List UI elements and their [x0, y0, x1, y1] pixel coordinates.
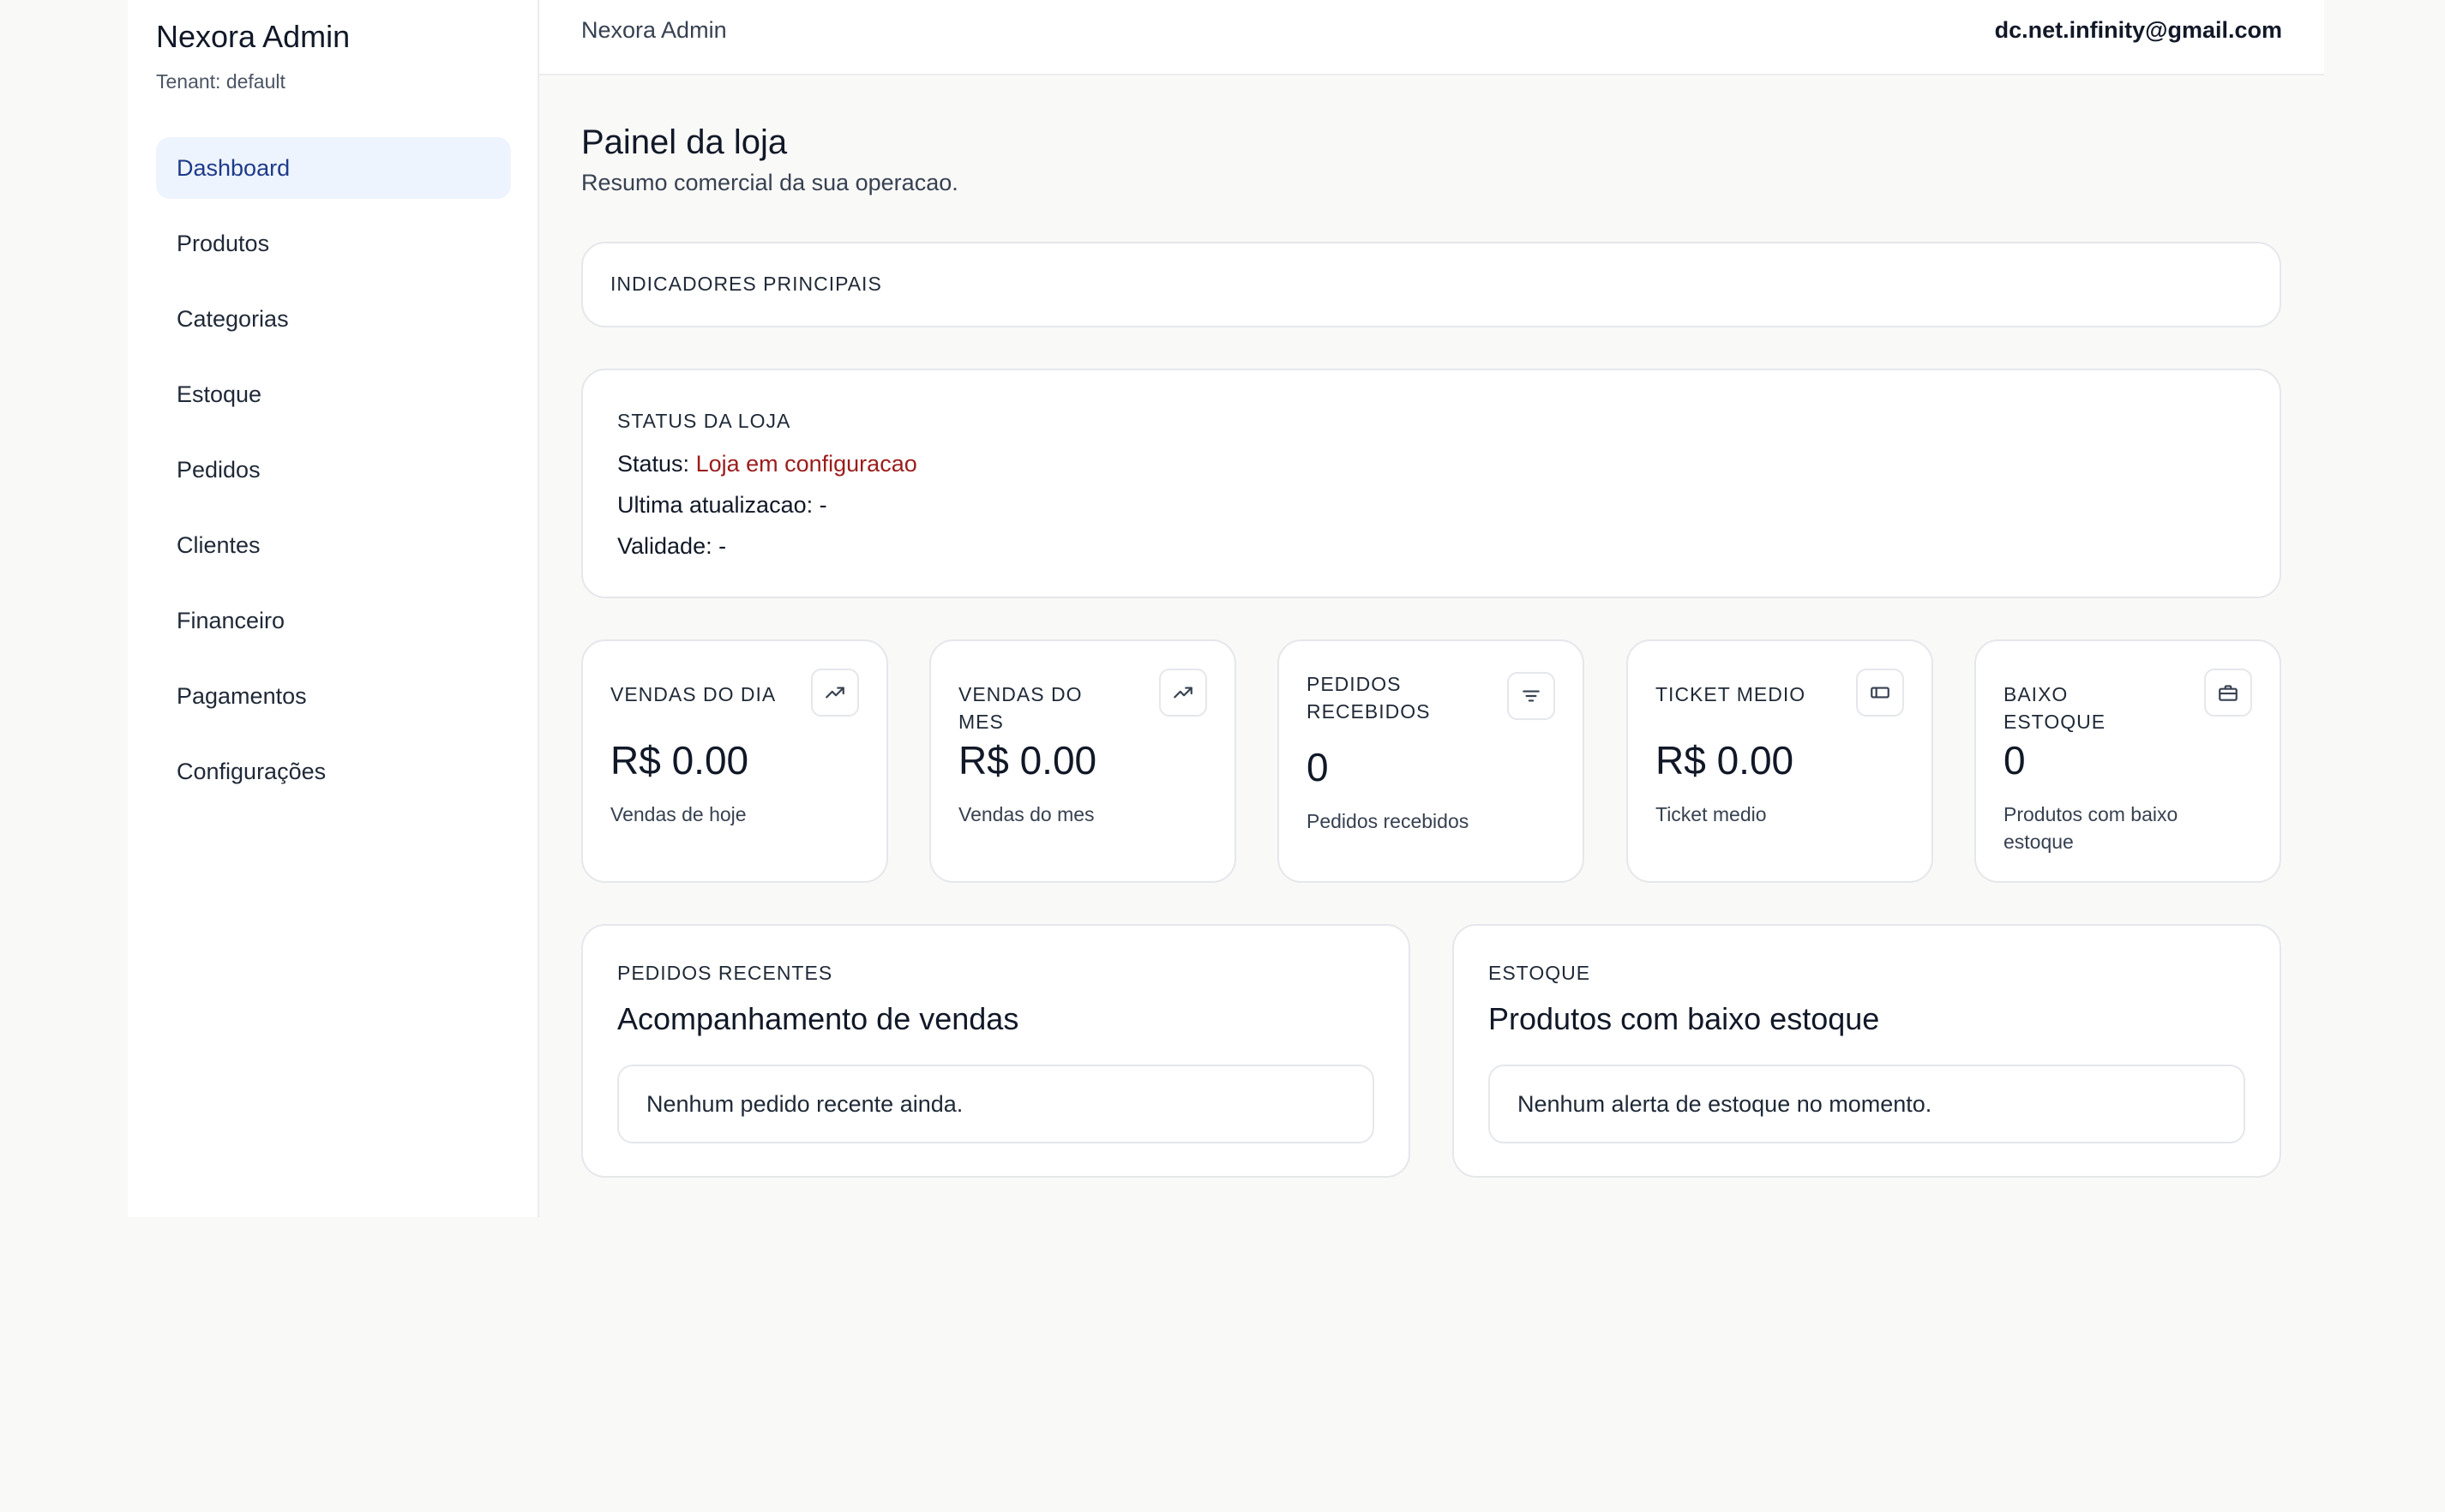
sidebar-item-dashboard[interactable]: Dashboard: [156, 137, 511, 199]
metric-card-ticket-medio: TICKET MEDIO R$ 0.00 Ticket medio: [1626, 639, 1933, 883]
trend-up-icon: [1159, 669, 1207, 717]
metric-desc: Vendas do mes: [958, 803, 1095, 825]
metric-label: PEDIDOS RECEBIDOS: [1307, 673, 1431, 723]
sidebar-item-financeiro[interactable]: Financeiro: [156, 590, 511, 651]
metric-value: R$ 0.00: [1655, 738, 1794, 783]
stock-panel: ESTOQUE Produtos com baixo estoque Nenhu…: [1452, 924, 2281, 1178]
metric-card-baixo-estoque: BAIXO ESTOQUE 0 Produtos com baixo estoq…: [1974, 639, 2281, 883]
app-shell: Nexora Admin Tenant: default Dashboard P…: [128, 0, 2324, 1217]
updated-value: -: [819, 492, 827, 518]
main-content: Nexora Admin dc.net.infinity@gmail.com P…: [539, 0, 2324, 1217]
sidebar-item-pedidos[interactable]: Pedidos: [156, 439, 511, 501]
sidebar-item-clientes[interactable]: Clientes: [156, 514, 511, 576]
ticket-icon: [1856, 669, 1904, 717]
user-email[interactable]: dc.net.infinity@gmail.com: [1995, 17, 2282, 44]
stock-empty: Nenhum alerta de estoque no momento.: [1488, 1065, 2245, 1143]
metric-value: R$ 0.00: [610, 738, 749, 783]
recent-orders-panel: PEDIDOS RECENTES Acompanhamento de venda…: [581, 924, 1410, 1178]
metric-card-vendas-dia: VENDAS DO DIA R$ 0.00 Vendas de hoje: [581, 639, 888, 883]
status-row: Status: Loja em configuracao: [617, 451, 917, 477]
metric-value: R$ 0.00: [958, 738, 1097, 783]
sidebar-item-estoque[interactable]: Estoque: [156, 363, 511, 425]
metric-desc: Ticket medio: [1655, 803, 1767, 825]
briefcase-icon: [2204, 669, 2252, 717]
tenant-label: Tenant: default: [156, 70, 285, 93]
sidebar-item-configuracoes[interactable]: Configurações: [156, 741, 511, 802]
indicators-card: INDICADORES PRINCIPAIS: [581, 242, 2281, 327]
metric-label: BAIXO ESTOQUE: [2003, 683, 2106, 733]
sidebar-nav: Dashboard Produtos Categorias Estoque Pe…: [156, 137, 511, 816]
validity-key: Validade:: [617, 533, 712, 559]
metric-card-pedidos-recebidos: PEDIDOS RECEBIDOS 0 Pedidos recebidos: [1277, 639, 1584, 883]
recent-orders-label: PEDIDOS RECENTES: [617, 962, 833, 984]
sidebar-item-produtos[interactable]: Produtos: [156, 213, 511, 274]
metric-desc: Produtos com baixo estoque: [2003, 803, 2178, 853]
metric-desc: Vendas de hoje: [610, 803, 747, 825]
metric-card-vendas-mes: VENDAS DO MES R$ 0.00 Vendas do mes: [929, 639, 1236, 883]
metric-label: VENDAS DO MES: [958, 683, 1083, 733]
topbar-title: Nexora Admin: [581, 17, 727, 43]
store-status-label: STATUS DA LOJA: [617, 410, 791, 432]
metric-label: TICKET MEDIO: [1655, 683, 1806, 705]
updated-key: Ultima atualizacao:: [617, 492, 814, 518]
filter-icon: [1507, 672, 1555, 720]
recent-orders-empty: Nenhum pedido recente ainda.: [617, 1065, 1374, 1143]
validity-value: -: [718, 533, 727, 559]
store-status-card: STATUS DA LOJA Status: Loja em configura…: [581, 369, 2281, 598]
topbar: Nexora Admin dc.net.infinity@gmail.com: [539, 0, 2324, 75]
sidebar-item-pagamentos[interactable]: Pagamentos: [156, 665, 511, 727]
metric-value: 0: [1307, 745, 1329, 789]
metric-desc: Pedidos recebidos: [1307, 810, 1469, 832]
stock-label: ESTOQUE: [1488, 962, 1591, 984]
page-subtitle: Resumo comercial da sua operacao.: [581, 170, 958, 195]
status-value: Loja em configuracao: [695, 451, 917, 477]
recent-orders-title: Acompanhamento de vendas: [617, 1001, 1019, 1036]
updated-row: Ultima atualizacao: -: [617, 492, 827, 519]
stock-title: Produtos com baixo estoque: [1488, 1001, 1880, 1036]
metric-label: VENDAS DO DIA: [610, 683, 777, 705]
indicators-label: INDICADORES PRINCIPAIS: [610, 273, 882, 295]
page-title: Painel da loja: [581, 123, 788, 161]
trend-up-icon: [811, 669, 859, 717]
sidebar-item-categorias[interactable]: Categorias: [156, 288, 511, 350]
status-key: Status:: [617, 451, 690, 477]
sidebar: Nexora Admin Tenant: default Dashboard P…: [128, 0, 539, 1217]
validity-row: Validade: -: [617, 533, 726, 560]
brand-title: Nexora Admin: [156, 19, 351, 54]
metric-value: 0: [2003, 738, 2026, 783]
